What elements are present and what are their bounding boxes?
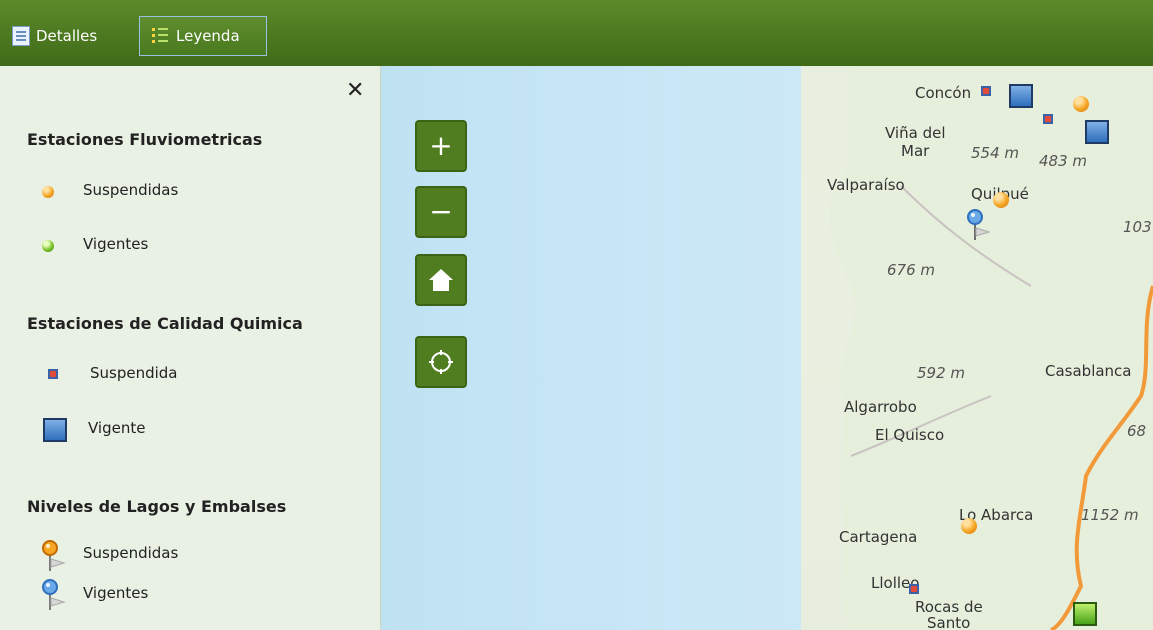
legend-item-label: Suspendidas [83,544,179,562]
green-circle-icon [42,240,54,252]
elevation-label: 592 m [917,364,966,382]
section-title: Estaciones Fluviometricas [27,130,263,149]
tab-leyenda[interactable]: Leyenda [139,16,267,56]
tab-label: Detalles [36,27,98,45]
legend-list-icon [152,26,170,46]
place-label: Cartagena [839,528,918,546]
place-label: Concón [915,84,972,102]
locate-button[interactable] [415,336,467,388]
orange-pin-icon [42,540,66,571]
place-label: El Quisco [875,426,945,444]
place-label: Santo [927,614,971,630]
quality-suspended-marker[interactable] [909,584,919,594]
details-doc-icon [12,26,30,46]
legend-item-label: Vigentes [83,584,149,602]
quality-suspended-marker[interactable] [1043,114,1053,124]
station-suspended-marker[interactable] [993,192,1009,208]
elevation-label: 103 [1123,218,1152,236]
close-icon[interactable]: ✕ [346,78,364,103]
blue-square-icon [43,418,67,442]
elevation-label: 483 m [1039,152,1088,170]
quality-suspended-marker[interactable] [981,86,991,96]
red-square-icon [48,369,58,379]
station-suspended-marker[interactable] [961,518,977,534]
lake-level-marker[interactable] [965,208,991,242]
legend-item-label: Suspendida [90,364,178,382]
place-label: Algarrobo [844,398,917,416]
place-label: Valparaíso [827,176,905,194]
quality-active-marker[interactable] [1009,84,1033,108]
zoom-in-button[interactable]: + [415,120,467,172]
place-label: Casablanca [1045,362,1132,380]
tab-detalles[interactable]: Detalles [12,16,97,56]
elevation-label: 676 m [887,261,936,279]
elevation-label: 1152 m [1081,506,1139,524]
tab-label: Leyenda [176,27,240,45]
map-base-svg [829,66,1153,630]
section-title: Niveles de Lagos y Embalses [27,497,287,516]
quality-active-marker[interactable] [1085,120,1109,144]
top-toolbar: Detalles Leyenda [0,0,1153,66]
station-suspended-marker[interactable] [1073,96,1089,112]
zoom-out-button[interactable]: − [415,186,467,238]
section-title: Estaciones de Calidad Quimica [27,314,303,333]
legend-item-label: Suspendidas [83,181,179,199]
locate-icon [429,350,453,374]
station-active-marker[interactable] [1073,602,1097,626]
elevation-label: 554 m [971,144,1020,162]
legend-item-label: Vigentes [83,235,149,253]
place-label: Viña del [885,124,946,142]
legend-item-label: Vigente [88,419,146,437]
orange-circle-icon [42,186,54,198]
map-view[interactable]: + − Concón Viña del Mar Valparaíso Quilp… [381,66,1153,630]
blue-pin-icon [42,579,66,610]
elevation-label: 68 [1127,422,1147,440]
place-label: Mar [901,142,930,160]
home-button[interactable] [415,254,467,306]
home-icon [429,269,453,291]
